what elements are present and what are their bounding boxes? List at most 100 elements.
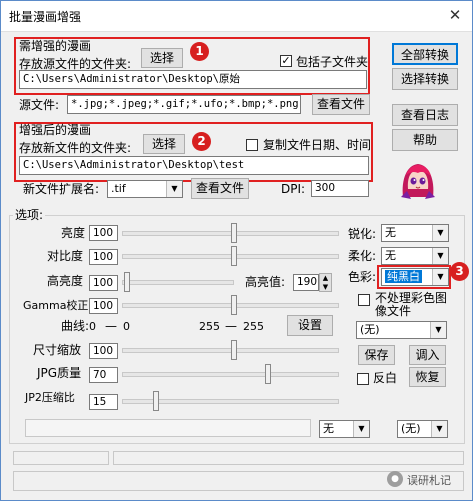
source-files-filter[interactable]: *.jpg;*.jpeg;*.gif;*.ufo;*.bmp;*.png xyxy=(67,95,301,114)
sharpen-value: 无 xyxy=(385,226,396,239)
preset-value: (无) xyxy=(360,323,380,336)
curve-dash-1: — xyxy=(105,319,117,333)
sharpen-select[interactable]: 无 ▼ xyxy=(381,224,449,242)
load-preset-button[interactable]: 调入 xyxy=(409,345,446,365)
new-ext-select[interactable]: .tif ▼ xyxy=(107,180,183,198)
highlight-value-field[interactable]: 190 xyxy=(293,274,319,291)
restore-button[interactable]: 恢复 xyxy=(409,367,446,387)
wechat-icon: ● xyxy=(387,471,403,487)
contrast-slider-thumb[interactable] xyxy=(231,246,237,266)
jp2-ratio-label: JP2压缩比 xyxy=(25,391,75,404)
highlight-spinner[interactable]: ▲ ▼ xyxy=(319,273,332,292)
source-folder-label: 存放源文件的文件夹: xyxy=(19,57,132,71)
curve-value-2[interactable]: 0 xyxy=(123,320,130,334)
color-label: 色彩: xyxy=(348,270,377,284)
highlight-slider-track[interactable] xyxy=(122,280,234,285)
color-select[interactable]: 纯黑白 ▼ xyxy=(381,268,449,286)
source-path-field[interactable]: C:\Users\Administrator\Desktop\原始 xyxy=(19,70,367,89)
help-button[interactable]: 帮助 xyxy=(392,129,458,151)
bottom-select-2[interactable]: (无) ▼ xyxy=(397,420,448,438)
resize-label: 尺寸缩放 xyxy=(33,343,82,357)
status-bar-pane-2 xyxy=(113,451,464,465)
curve-dash-2: — xyxy=(225,319,237,333)
dpi-field[interactable]: 300 xyxy=(311,180,369,197)
chevron-down-icon: ▼ xyxy=(432,248,448,264)
target-choose-button[interactable]: 选择 xyxy=(143,134,185,154)
chevron-down-icon: ▼ xyxy=(431,421,447,437)
source-choose-button[interactable]: 选择 xyxy=(141,48,183,68)
resize-slider-thumb[interactable] xyxy=(231,340,237,360)
badge-3: 3 xyxy=(450,262,469,281)
contrast-field[interactable]: 100 xyxy=(89,249,118,265)
chevron-down-icon: ▼ xyxy=(430,322,446,338)
dpi-label: DPI: xyxy=(281,182,306,196)
no-color-label-line2: 像文件 xyxy=(375,304,412,318)
source-group-title: 需增强的漫画 xyxy=(19,39,92,53)
watermark-text: 误研札记 xyxy=(407,474,451,487)
badge-1: 1 xyxy=(190,42,209,61)
target-view-files-button[interactable]: 查看文件 xyxy=(191,178,249,199)
preset-select[interactable]: (无) ▼ xyxy=(356,321,447,339)
brightness-label: 亮度 xyxy=(61,226,86,240)
include-subfolders-checkbox[interactable]: ✓ xyxy=(280,55,292,67)
bottom-select-1-value: 无 xyxy=(323,422,334,435)
jp2-ratio-field[interactable]: 15 xyxy=(89,394,118,410)
highlight-field[interactable]: 100 xyxy=(89,275,118,291)
curve-value-3[interactable]: 255 xyxy=(199,320,220,334)
convert-selected-button[interactable]: 选择转换 xyxy=(392,68,458,90)
include-subfolders-label: 包括子文件夹 xyxy=(296,55,369,69)
target-group-title: 增强后的漫画 xyxy=(19,123,92,137)
resize-field[interactable]: 100 xyxy=(89,343,118,359)
contrast-label: 对比度 xyxy=(47,249,84,263)
window-title: 批量漫画增强 xyxy=(9,10,82,24)
chevron-down-icon: ▼ xyxy=(432,225,448,241)
title-bar: 批量漫画增强 ✕ xyxy=(1,1,472,32)
chevron-down-icon: ▼ xyxy=(353,421,369,437)
jp2-ratio-slider-thumb[interactable] xyxy=(153,391,159,411)
watermark: ● 误研札记 xyxy=(387,470,467,490)
jpg-quality-field[interactable]: 70 xyxy=(89,367,118,383)
gamma-field[interactable]: 100 xyxy=(89,298,118,314)
jpg-quality-slider-track[interactable] xyxy=(122,372,339,377)
source-view-files-button[interactable]: 查看文件 xyxy=(312,94,370,115)
anime-avatar xyxy=(399,159,437,199)
new-ext-label: 新文件扩展名: xyxy=(23,182,100,196)
source-files-label: 源文件: xyxy=(19,98,60,112)
chevron-down-icon: ▼ xyxy=(166,181,182,197)
status-input xyxy=(25,419,311,437)
gamma-label: Gamma校正 xyxy=(23,299,89,312)
copy-date-label: 复制文件日期、时间 xyxy=(263,138,372,152)
view-log-button[interactable]: 查看日志 xyxy=(392,104,458,126)
curve-label: 曲线: xyxy=(61,319,90,333)
invert-label: 反白 xyxy=(373,371,398,385)
bottom-select-1[interactable]: 无 ▼ xyxy=(319,420,370,438)
badge-2: 2 xyxy=(192,132,211,151)
status-bar-pane-1 xyxy=(13,451,109,465)
copy-date-checkbox[interactable] xyxy=(246,139,258,151)
target-folder-label: 存放新文件的文件夹: xyxy=(19,141,132,155)
chevron-down-icon: ▼ xyxy=(432,269,448,285)
curve-value-1[interactable]: 0 xyxy=(89,320,96,334)
target-path-field[interactable]: C:\Users\Administrator\Desktop\test xyxy=(19,156,369,175)
jpg-quality-slider-thumb[interactable] xyxy=(265,364,271,384)
highlight-slider-thumb[interactable] xyxy=(124,272,130,292)
gamma-slider-thumb[interactable] xyxy=(231,295,237,315)
invert-checkbox[interactable] xyxy=(357,373,369,385)
no-color-checkbox[interactable] xyxy=(358,294,370,306)
bottom-select-2-value: (无) xyxy=(401,422,421,435)
brightness-slider-thumb[interactable] xyxy=(231,223,237,243)
no-color-label-line1: 不处理彩色图 xyxy=(375,291,448,305)
brightness-field[interactable]: 100 xyxy=(89,225,118,241)
batch-enhance-window: 批量漫画增强 ✕ 需增强的漫画 存放源文件的文件夹: 选择 1 ✓ 包括子文件夹… xyxy=(0,0,473,501)
soften-select[interactable]: 无 ▼ xyxy=(381,247,449,265)
convert-all-button[interactable]: 全部转换 xyxy=(392,43,458,65)
sharpen-label: 锐化: xyxy=(348,227,377,241)
save-preset-button[interactable]: 保存 xyxy=(358,345,395,365)
curve-value-4[interactable]: 255 xyxy=(243,320,264,334)
soften-label: 柔化: xyxy=(348,249,377,263)
options-group-title: 选项: xyxy=(13,208,46,222)
new-ext-value: .tif xyxy=(111,182,126,195)
highlight-value-label: 高亮值: xyxy=(245,275,286,289)
curve-setup-button[interactable]: 设置 xyxy=(287,315,333,336)
close-icon[interactable]: ✕ xyxy=(444,5,466,25)
